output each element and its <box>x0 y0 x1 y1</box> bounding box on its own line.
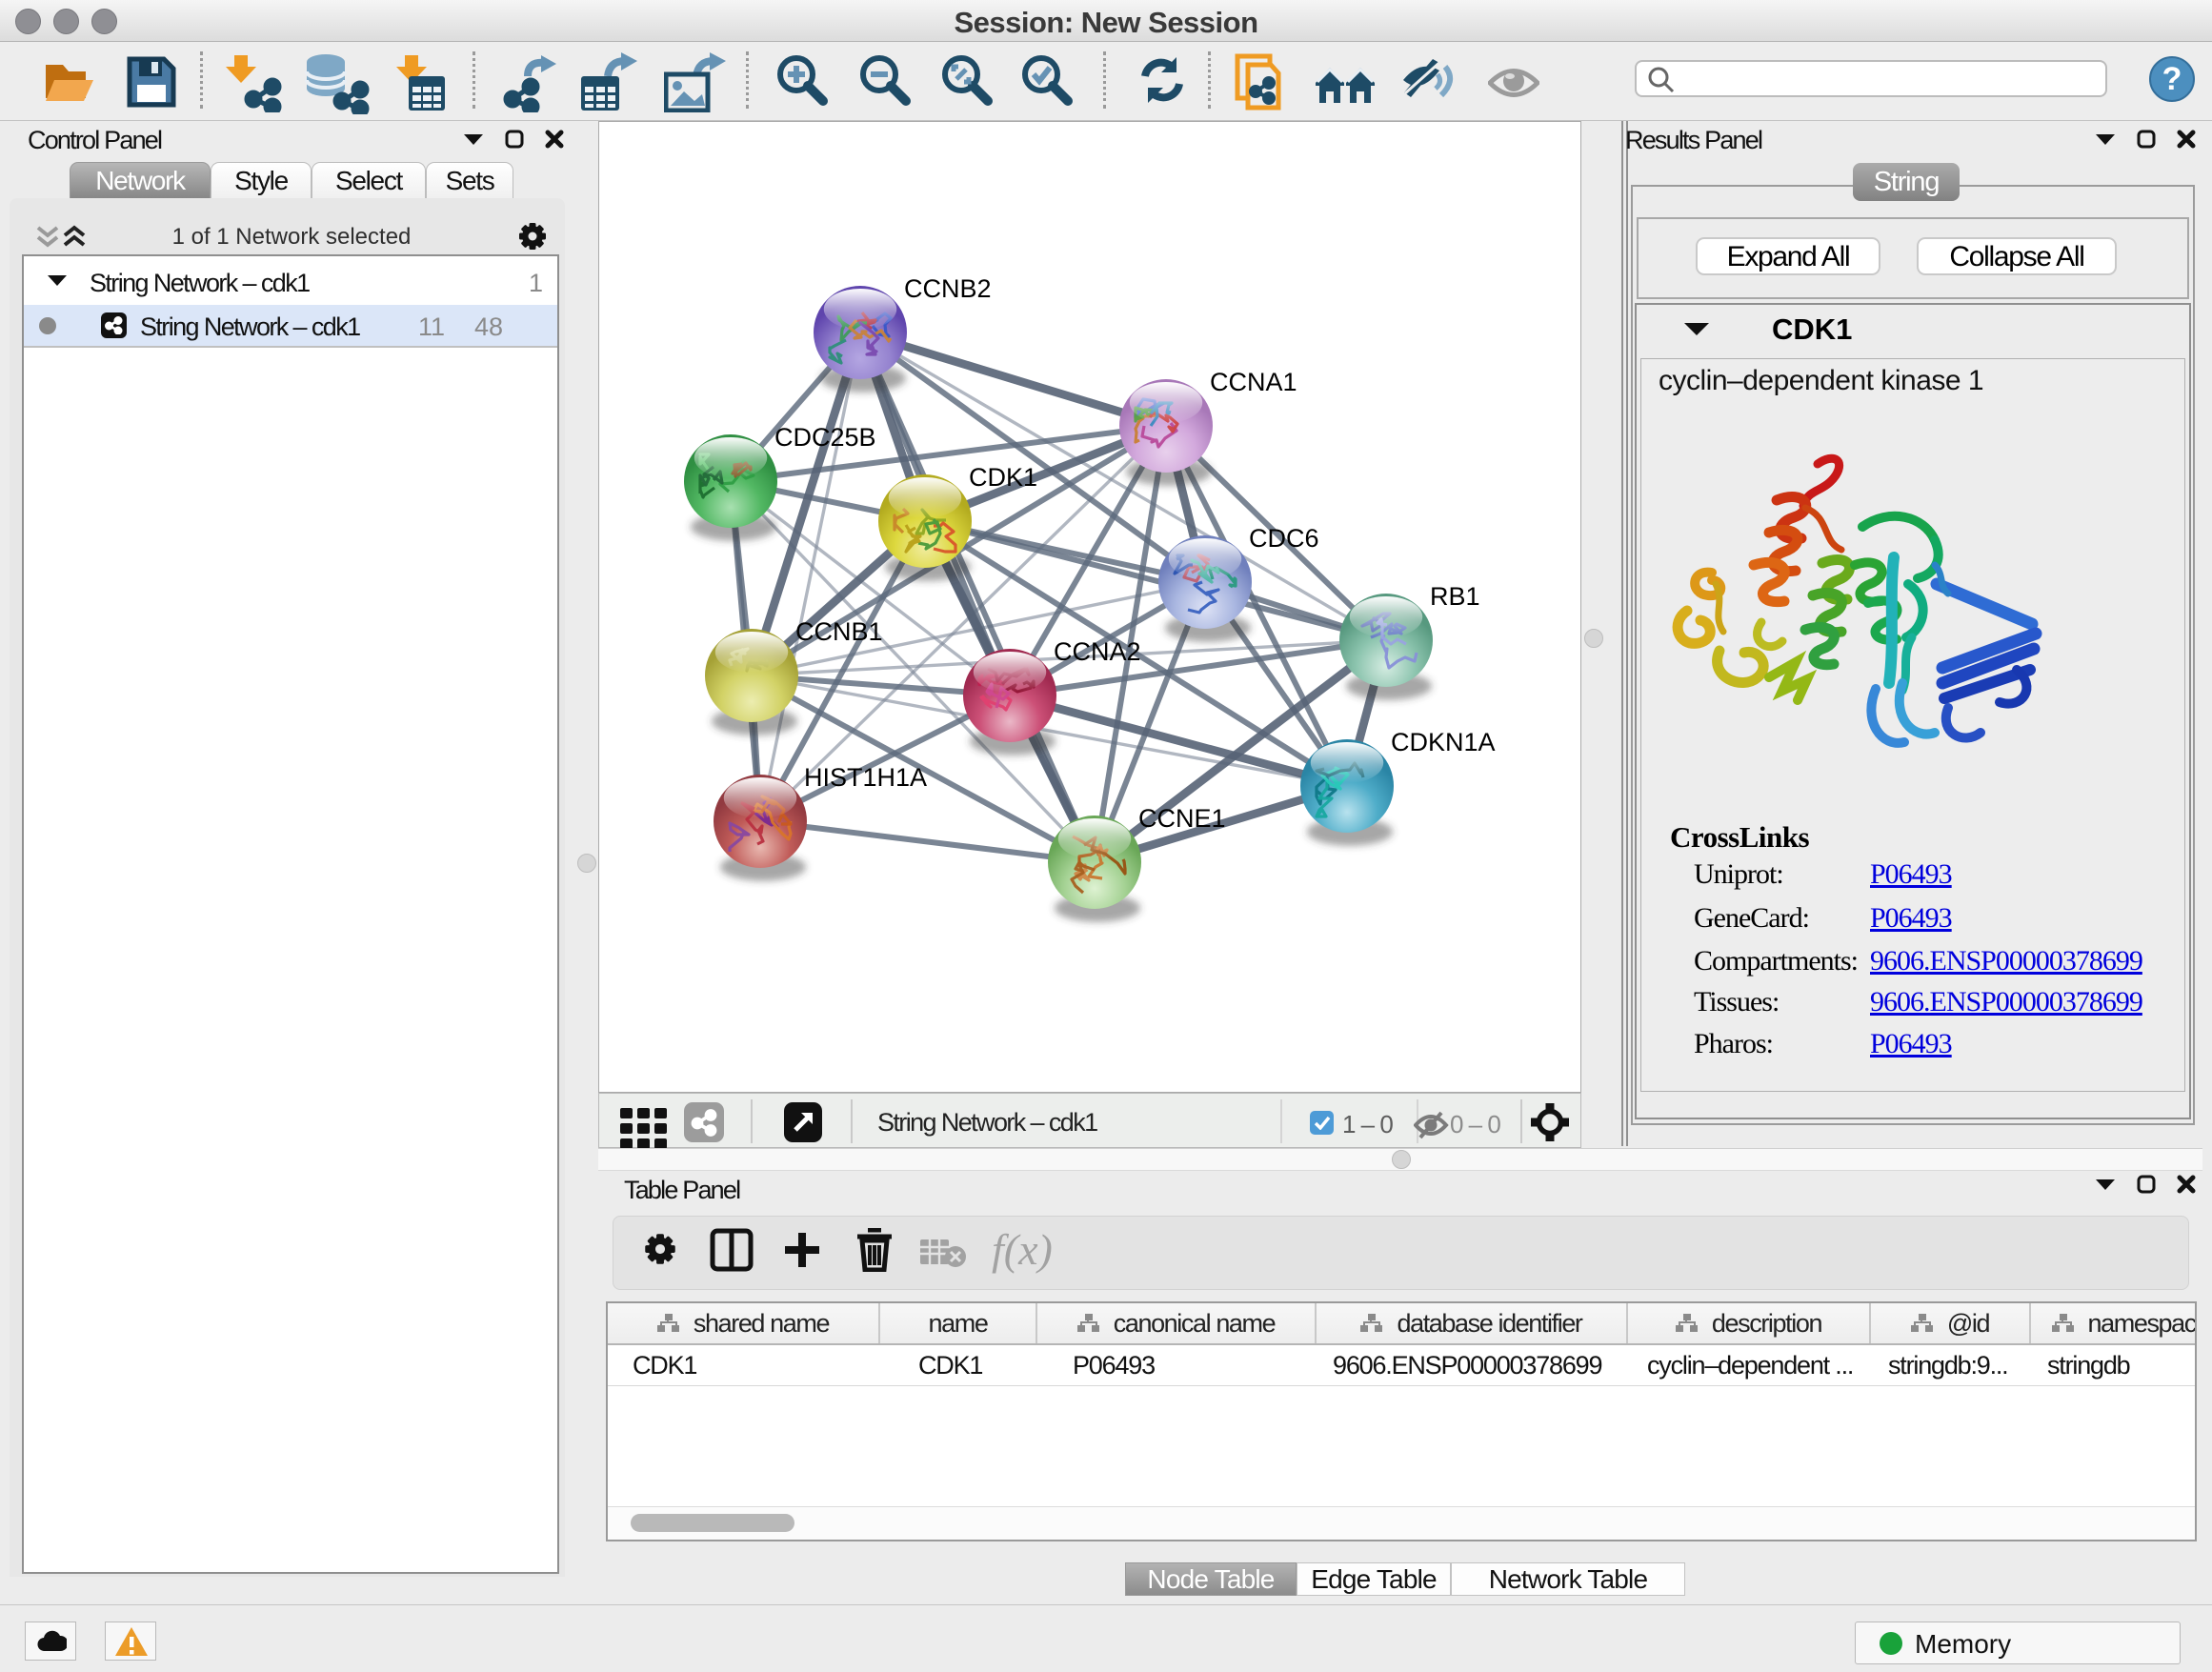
svg-text:CCNA1: CCNA1 <box>1210 368 1297 396</box>
svg-text:CDKN1A: CDKN1A <box>1391 728 1496 756</box>
svg-text:?: ? <box>2162 61 2182 97</box>
svg-text:CDK1: CDK1 <box>969 463 1037 492</box>
svg-text:CDC6: CDC6 <box>1249 524 1319 553</box>
svg-text:CCNE1: CCNE1 <box>1138 804 1226 833</box>
svg-text:CCNA2: CCNA2 <box>1054 637 1141 666</box>
svg-text:RB1: RB1 <box>1430 582 1480 611</box>
svg-text:CCNB1: CCNB1 <box>795 617 883 646</box>
svg-text:HIST1H1A: HIST1H1A <box>804 763 927 792</box>
svg-text:CCNB2: CCNB2 <box>904 274 992 303</box>
svg-text:CDC25B: CDC25B <box>774 423 876 452</box>
